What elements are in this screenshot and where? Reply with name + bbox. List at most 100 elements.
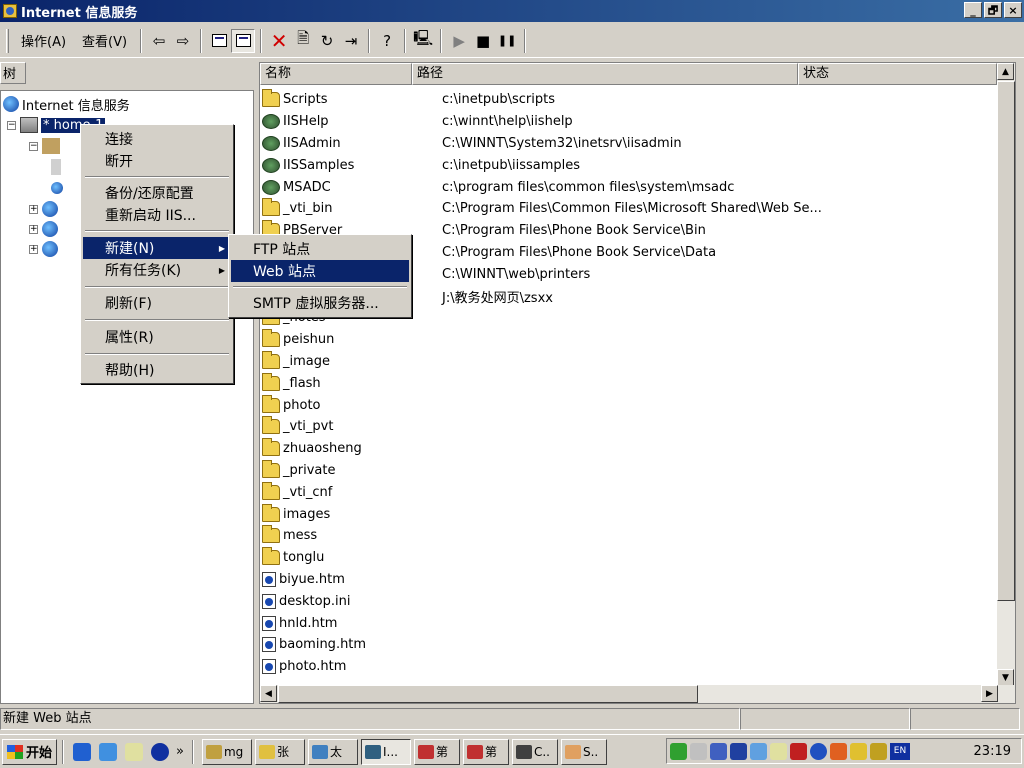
tray-icon[interactable]: [770, 742, 787, 760]
list-item[interactable]: _vti_pvt: [260, 416, 442, 438]
desktop-icon[interactable]: [99, 742, 118, 761]
task-button-active[interactable]: I...: [360, 738, 411, 765]
task-button[interactable]: 第: [462, 738, 509, 765]
expand-icon[interactable]: +: [29, 224, 38, 234]
show-tree-icon[interactable]: [231, 28, 256, 53]
stop-icon[interactable]: ■: [471, 29, 495, 53]
collapse-icon[interactable]: −: [29, 141, 38, 151]
tray-icon[interactable]: [670, 742, 687, 760]
minimize-button[interactable]: _: [964, 2, 982, 18]
list-item[interactable]: _vti_cnf: [260, 481, 442, 503]
list-item[interactable]: mess: [260, 525, 442, 547]
ie-icon[interactable]: [73, 742, 92, 761]
tray-icon[interactable]: [830, 742, 847, 760]
language-indicator[interactable]: EN: [890, 742, 910, 760]
back-icon[interactable]: ⇦: [147, 29, 171, 53]
list-item[interactable]: zhuaosheng: [260, 438, 442, 460]
media-icon[interactable]: [151, 742, 170, 761]
list-item[interactable]: MSADC c:\program files\common files\syste…: [260, 176, 734, 198]
clock[interactable]: 23:19: [974, 744, 1011, 759]
outlook-icon[interactable]: [125, 742, 144, 761]
menu-all-tasks[interactable]: 所有任务(K) ▶: [83, 259, 231, 281]
menu-ftp-site[interactable]: FTP 站点: [231, 238, 409, 260]
menu-new[interactable]: 新建(N) ▶: [83, 237, 231, 259]
export-list-icon[interactable]: ⇥: [339, 29, 363, 53]
scroll-up-icon[interactable]: ▲: [997, 63, 1014, 80]
list-item[interactable]: biyue.htm: [260, 569, 438, 591]
connect-computer-icon[interactable]: 🖳: [411, 29, 435, 53]
tree-tab[interactable]: 树: [0, 62, 26, 84]
list-item[interactable]: desktop.ini: [260, 590, 438, 612]
tree-child-node[interactable]: +: [29, 199, 61, 219]
list-item[interactable]: IISHelp c:\winnt\help\iishelp: [260, 111, 573, 133]
task-button[interactable]: C..: [511, 738, 558, 765]
menu-web-site[interactable]: Web 站点: [231, 260, 409, 282]
menu-connect[interactable]: 连接: [83, 128, 231, 150]
restore-button[interactable]: 🗗: [984, 2, 1002, 18]
list-item[interactable]: hnld.htm: [260, 612, 438, 634]
tree-child-node[interactable]: [51, 157, 64, 177]
list-item[interactable]: baoming.htm: [260, 634, 438, 656]
tree-child-node[interactable]: +: [29, 219, 61, 239]
list-item[interactable]: images: [260, 503, 442, 525]
expand-icon[interactable]: +: [29, 244, 38, 254]
list-item[interactable]: IISSamples c:\inetpub\iissamples: [260, 154, 580, 176]
tray-icon[interactable]: [710, 742, 727, 760]
scroll-right-icon[interactable]: ▶: [981, 685, 998, 702]
horizontal-scrollbar[interactable]: ◀ ▶: [260, 685, 1015, 703]
forward-icon[interactable]: ⇨: [171, 29, 195, 53]
properties-icon[interactable]: 🗎: [291, 29, 315, 53]
expand-icon[interactable]: +: [29, 204, 38, 214]
list-item[interactable]: Scripts c:\inetpub\scripts: [260, 89, 555, 111]
list-item[interactable]: peishun: [260, 329, 442, 351]
tree-child-node[interactable]: +: [29, 239, 61, 259]
up-level-icon[interactable]: [207, 29, 231, 53]
refresh-icon[interactable]: ↻: [315, 29, 339, 53]
menu-restart-iis[interactable]: 重新启动 IIS...: [83, 204, 231, 226]
list-item[interactable]: _flash: [260, 372, 442, 394]
antivirus-icon[interactable]: [790, 742, 807, 760]
list-item[interactable]: _private: [260, 459, 442, 482]
column-name[interactable]: 名称: [260, 63, 412, 85]
task-button[interactable]: mg: [201, 738, 252, 765]
task-button[interactable]: 太: [307, 738, 358, 765]
help-icon[interactable]: ?: [375, 29, 399, 53]
menu-action[interactable]: 操作(A): [13, 31, 74, 50]
tray-icon[interactable]: [850, 742, 867, 760]
scroll-thumb[interactable]: [278, 685, 698, 703]
tree-root-node[interactable]: Internet 信息服务: [3, 94, 130, 114]
tray-icon[interactable]: [810, 742, 827, 760]
tray-icon[interactable]: [870, 742, 887, 760]
close-button[interactable]: ×: [1004, 2, 1022, 18]
column-status[interactable]: 状态: [798, 63, 997, 85]
collapse-icon[interactable]: −: [7, 120, 16, 130]
task-button[interactable]: 张: [254, 738, 305, 765]
list-item[interactable]: photo: [260, 394, 442, 416]
list-item[interactable]: tonglu: [260, 547, 442, 569]
scroll-thumb[interactable]: [997, 81, 1015, 601]
task-button[interactable]: S..: [560, 738, 607, 765]
volume-icon[interactable]: [690, 742, 707, 760]
pause-icon[interactable]: ❚❚: [495, 29, 519, 53]
menu-refresh[interactable]: 刷新(F): [83, 292, 231, 314]
column-path[interactable]: 路径: [412, 63, 798, 85]
menu-properties[interactable]: 属性(R): [83, 326, 231, 348]
tray-icon[interactable]: [730, 742, 747, 760]
list-item[interactable]: _image: [260, 350, 442, 373]
scroll-down-icon[interactable]: ▼: [997, 669, 1014, 686]
menu-disconnect[interactable]: 断开: [83, 150, 231, 172]
menu-backup-restore[interactable]: 备份/还原配置: [83, 182, 231, 204]
menu-help[interactable]: 帮助(H): [83, 359, 231, 381]
menu-view[interactable]: 查看(V): [74, 31, 135, 50]
start-button[interactable]: 开始: [2, 738, 58, 765]
vertical-scrollbar[interactable]: ▲ ▼: [997, 63, 1015, 687]
task-button[interactable]: 第: [413, 738, 460, 765]
scroll-left-icon[interactable]: ◀: [260, 685, 277, 702]
play-icon[interactable]: ▶: [447, 29, 471, 53]
tree-child-node[interactable]: −: [29, 136, 63, 156]
tray-icon[interactable]: [750, 742, 767, 760]
list-item[interactable]: _vti_bin C:\Program Files\Common Files\Mi…: [260, 198, 822, 220]
menu-smtp-server[interactable]: SMTP 虚拟服务器...: [231, 292, 409, 314]
more-icon[interactable]: »: [176, 744, 184, 759]
delete-icon[interactable]: ✕: [267, 29, 291, 53]
